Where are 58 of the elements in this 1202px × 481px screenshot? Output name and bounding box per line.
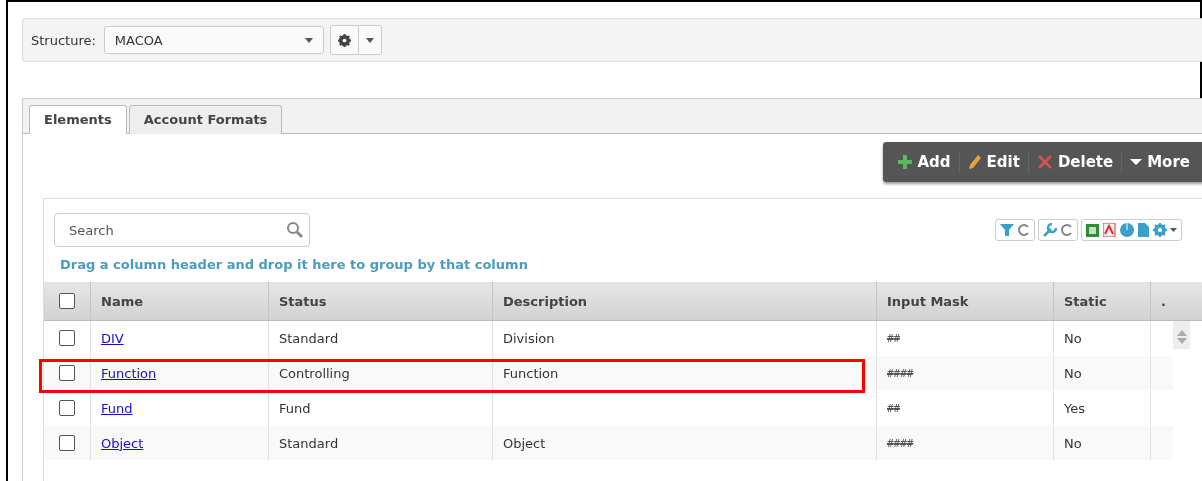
settings-icon — [337, 33, 351, 47]
delete-button[interactable]: Delete — [1027, 151, 1122, 173]
element-link[interactable]: Fund — [101, 400, 133, 416]
table-cell: #### — [887, 436, 914, 450]
pdf-icon[interactable] — [1103, 223, 1116, 237]
search-icon — [286, 221, 304, 239]
column-header[interactable]: Status — [279, 293, 327, 309]
document-icon[interactable] — [1138, 223, 1149, 237]
element-link[interactable]: Function — [101, 365, 157, 381]
table-cell: #### — [887, 366, 914, 380]
table-cell: No — [1064, 435, 1082, 451]
filter-icon[interactable] — [1000, 223, 1014, 237]
table-cell: Function — [503, 365, 559, 381]
table-cell: Division — [503, 330, 555, 346]
table-cell: No — [1064, 365, 1082, 381]
element-link[interactable]: DIV — [101, 330, 124, 346]
wrench-icon[interactable] — [1043, 223, 1057, 237]
caret-icon — [365, 37, 374, 43]
caret-icon — [1130, 158, 1143, 166]
table-cell: Standard — [279, 330, 339, 346]
column-header[interactable]: Description — [503, 293, 588, 309]
pie-chart-icon[interactable] — [1120, 223, 1134, 237]
refresh-icon[interactable] — [1018, 223, 1030, 237]
tab[interactable]: Elements — [29, 105, 127, 134]
element-link[interactable]: Object — [101, 435, 144, 451]
table-cell: ## — [887, 401, 901, 415]
column-header[interactable]: . — [1161, 293, 1166, 309]
checkbox[interactable] — [59, 365, 75, 381]
edit-button[interactable]: Edit — [958, 151, 1028, 173]
cross-icon — [1036, 154, 1053, 170]
plus-icon — [896, 154, 913, 170]
settings-button[interactable] — [329, 25, 382, 55]
structure-label: Structure: — [31, 32, 96, 48]
add-button[interactable]: Add — [888, 151, 959, 173]
checkbox[interactable] — [59, 293, 75, 309]
group-hint: Drag a column header and drop it here to group by that column — [59, 256, 529, 274]
spreadsheet-icon[interactable] — [1086, 223, 1099, 237]
more-button[interactable]: More — [1121, 151, 1198, 173]
tab[interactable]: Account Formats — [128, 105, 283, 134]
checkbox[interactable] — [59, 330, 75, 346]
column-header[interactable]: Name — [101, 293, 143, 309]
search-field[interactable]: Search — [54, 213, 310, 247]
pencil-icon — [967, 154, 982, 170]
refresh-icon[interactable] — [1061, 223, 1073, 237]
table-cell: Yes — [1064, 400, 1085, 416]
structure-dropdown[interactable]: MACOA — [103, 26, 324, 54]
settings-icon[interactable] — [1153, 223, 1177, 237]
column-header[interactable]: Static — [1064, 293, 1107, 309]
table-cell: Object — [503, 435, 546, 451]
checkbox[interactable] — [59, 400, 75, 416]
table-cell: No — [1064, 330, 1082, 346]
caret-icon — [304, 37, 313, 43]
table-cell: Controlling — [279, 365, 350, 381]
table-cell: Standard — [279, 435, 339, 451]
table-cell: ## — [887, 331, 901, 345]
table-cell: Fund — [279, 400, 311, 416]
checkbox[interactable] — [59, 435, 75, 451]
column-header[interactable]: Input Mask — [887, 293, 969, 309]
